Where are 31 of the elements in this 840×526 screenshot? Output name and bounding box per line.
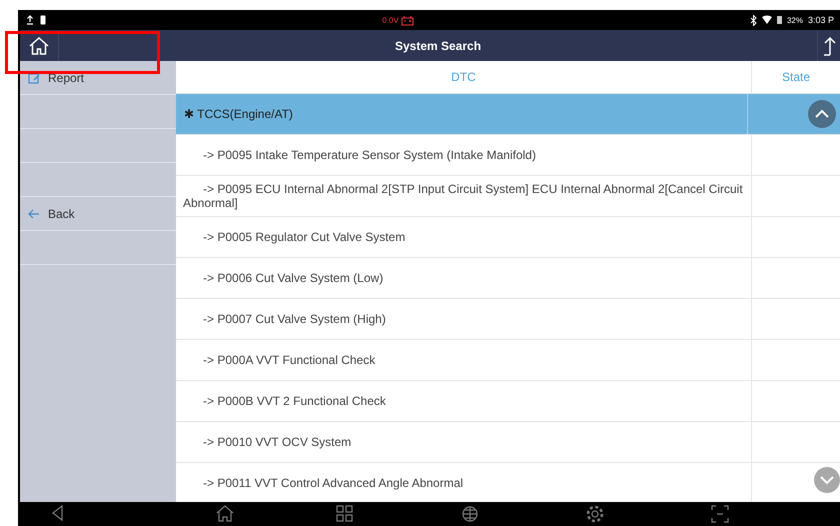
note-icon	[28, 72, 40, 84]
collapse-icon[interactable]	[808, 100, 836, 128]
dtc-text: -> P0011 VVT Control Advanced Angle Abnormal	[202, 476, 464, 490]
grid-icon[interactable]	[335, 504, 355, 524]
bluetooth-icon	[750, 14, 757, 26]
dtc-text: -> P000B VVT 2 Functional Check	[202, 394, 386, 408]
voltage-reading: 0.0V	[382, 16, 399, 24]
wifi-icon	[762, 15, 772, 25]
car-battery-icon	[400, 14, 414, 26]
left-arrow-icon	[28, 208, 40, 218]
battery-icon	[40, 15, 46, 25]
globe-icon[interactable]	[460, 504, 480, 524]
signal-battery-icon	[776, 15, 782, 25]
dtc-text: -> P0010 VVT OCV System	[202, 435, 352, 449]
column-header: DTC	[451, 70, 476, 84]
group-title: ✱ TCCS(Engine/AT)	[184, 107, 293, 121]
upload-icon	[26, 15, 34, 25]
dtc-text: -> P000A VVT Functional Check	[202, 353, 376, 367]
dtc-text: -> P0007 Cut Valve System (High)	[202, 312, 386, 326]
dtc-text: -> P0005 Regulator Cut Valve System	[202, 230, 406, 244]
screenshot-icon[interactable]	[710, 504, 730, 524]
dtc-text: -> P0006 Cut Valve System (Low)	[202, 271, 384, 285]
battery-percent: 32%	[786, 16, 803, 24]
screen-title: System Search	[394, 38, 482, 52]
dtc-text: -> P0095 ECU Internal Abnormal 2[STP Input Circuit System] ECU Internal Abnormal 2[Cancel Circuit Abnormal]	[183, 182, 744, 210]
export-icon[interactable]	[822, 36, 836, 56]
clock-time: 3:03 P	[808, 15, 834, 25]
column-header: State	[782, 70, 810, 84]
gear-icon[interactable]	[585, 504, 605, 524]
dtc-text: -> P0095 Intake Temperature Sensor System (Intake Manifold)	[202, 148, 536, 162]
home-icon[interactable]	[28, 36, 50, 56]
